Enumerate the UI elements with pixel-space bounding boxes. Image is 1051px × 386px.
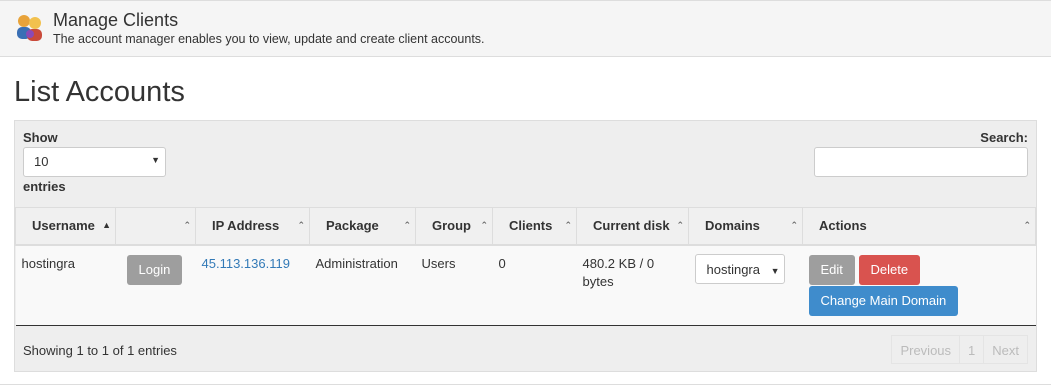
column-header-login[interactable]: ⌃ [115, 207, 196, 246]
domain-select-value: hostingra [706, 261, 760, 277]
cell-username: hostingra [15, 244, 116, 326]
cell-domains: hostingra ▼ [688, 244, 803, 326]
previous-page-button[interactable]: Previous [891, 335, 961, 364]
change-main-domain-button[interactable]: Change Main Domain [808, 285, 959, 316]
search-input[interactable] [814, 147, 1028, 177]
column-header-domains[interactable]: Domains ⌃ [688, 207, 803, 246]
column-header-ip-address[interactable]: IP Address ⌃ [195, 207, 310, 246]
login-button[interactable]: Login [126, 254, 183, 285]
entries-select-value: 10 [34, 154, 49, 169]
column-header-group[interactable]: Group ⌃ [415, 207, 493, 246]
column-header-actions[interactable]: Actions ⌃ [802, 207, 1036, 246]
sort-icon: ⌃ [1023, 220, 1031, 230]
cell-ip-address: 45.113.136.119 [195, 244, 310, 326]
column-header-clients[interactable]: Clients ⌃ [492, 207, 577, 246]
column-header-current-disk[interactable]: Current disk ⌃ [576, 207, 689, 246]
header-title: Manage Clients [53, 10, 179, 30]
table-info: Showing 1 to 1 of 1 entries [23, 343, 177, 358]
pagination: Previous 1 Next [891, 335, 1028, 364]
show-label: Show [23, 130, 58, 145]
cell-package: Administration [309, 244, 416, 326]
search-label: Search: [980, 130, 1028, 145]
sort-icon: ⌃ [676, 220, 684, 230]
chevron-down-icon: ▼ [770, 265, 780, 276]
sort-asc-icon: ▲ [102, 220, 111, 230]
page-header: Manage Clients The account manager enabl… [0, 0, 1051, 57]
sort-icon: ⌃ [297, 220, 305, 230]
cell-actions: Edit Delete Change Main Domain [802, 244, 1036, 326]
sort-icon: ⌃ [183, 220, 191, 230]
page-1-button[interactable]: 1 [959, 335, 985, 364]
ip-address-link[interactable]: 45.113.136.119 [202, 256, 290, 271]
sort-icon: ⌃ [480, 220, 488, 230]
table-row: hostingra Login 45.113.136.119 Administr… [15, 244, 1036, 326]
delete-button[interactable]: Delete [858, 254, 921, 285]
accounts-panel: Show 10 ▼ entries Search: Username ▲ ⌃ I… [14, 120, 1037, 372]
column-header-username[interactable]: Username ▲ [15, 207, 116, 246]
entries-select[interactable]: 10 ▼ [23, 147, 166, 177]
entries-label: entries [23, 179, 66, 194]
sort-icon: ⌃ [564, 220, 572, 230]
edit-button[interactable]: Edit [808, 254, 855, 285]
header-description: The account manager enables you to view,… [53, 32, 485, 46]
users-icon [17, 15, 42, 41]
domain-select[interactable]: hostingra ▼ [694, 253, 785, 284]
column-header-package[interactable]: Package ⌃ [309, 207, 416, 246]
cell-login: Login [115, 244, 196, 326]
cell-current-disk: 480.2 KB / 0 bytes [576, 244, 689, 326]
sort-icon: ⌃ [790, 220, 798, 230]
next-page-button[interactable]: Next [983, 335, 1028, 364]
bottom-divider [0, 384, 1051, 385]
cell-group: Users [415, 244, 493, 326]
cell-clients: 0 [492, 244, 577, 326]
sort-icon: ⌃ [403, 220, 411, 230]
accounts-table: Username ▲ ⌃ IP Address ⌃ Package ⌃ Grou… [15, 207, 1036, 326]
chevron-down-icon: ▼ [151, 155, 160, 165]
page-title: List Accounts [14, 76, 185, 108]
